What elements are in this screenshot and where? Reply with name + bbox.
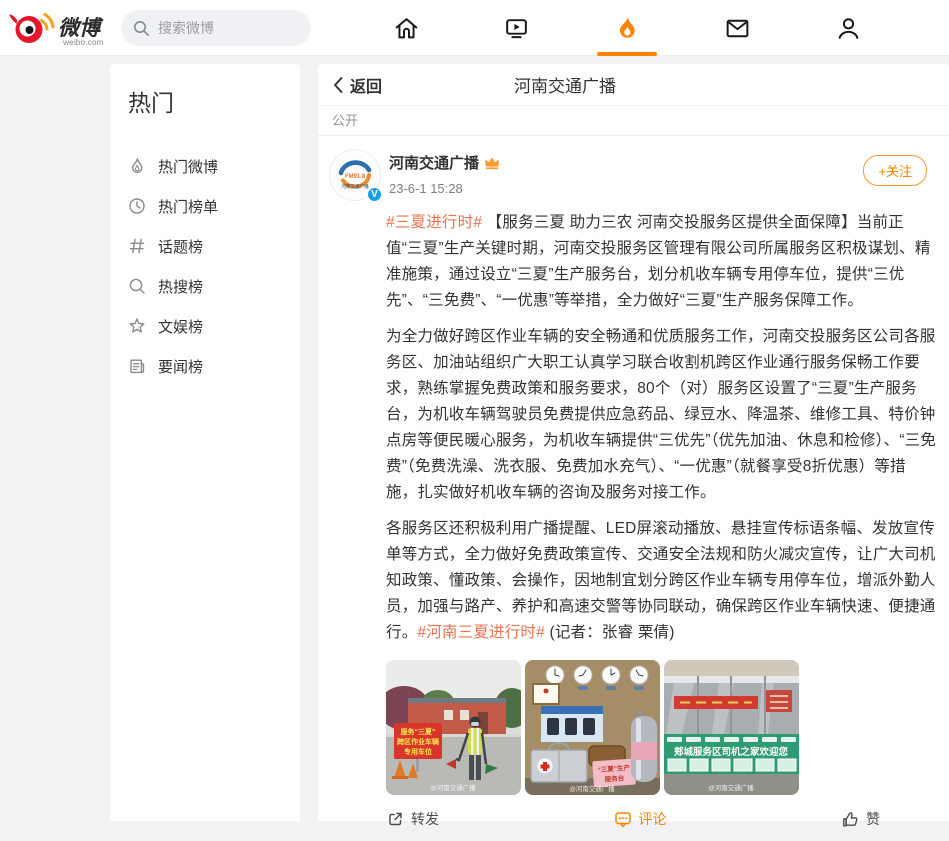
svg-text:FM91.8: FM91.8	[345, 174, 366, 180]
home-icon	[393, 15, 420, 42]
nav-home[interactable]	[382, 0, 430, 56]
flame-icon	[128, 157, 146, 175]
repost-button[interactable]: 转发	[386, 809, 439, 829]
back-button[interactable]: 返回	[332, 73, 382, 97]
photo-sign-line: 跨区作业车辆	[397, 737, 439, 746]
profile-icon	[835, 15, 862, 42]
post-paragraph: #三夏进行时# 【服务三夏 助力三农 河南交投服务区提供全面保障】当前正值“三夏…	[386, 210, 937, 314]
search-input[interactable]	[158, 20, 288, 36]
visibility-label: 公开	[318, 106, 949, 136]
post-text: (记者：张睿 栗倩)	[545, 624, 675, 641]
back-label: 返回	[350, 73, 382, 97]
repost-label: 转发	[411, 809, 439, 829]
news-icon	[128, 357, 146, 375]
sidebar: 热门 热门微博 热门榜单	[110, 64, 300, 821]
like-button[interactable]: 赞	[841, 809, 880, 829]
top-navigation	[382, 0, 872, 56]
clock-icon	[128, 197, 146, 215]
page-title: 河南交通广播	[358, 72, 772, 97]
sidebar-item-label: 热门榜单	[158, 196, 218, 217]
avatar[interactable]: FM91.8 河南交通广播 V	[330, 150, 380, 200]
post-paragraph: 各服务区还积极利用广播提醒、LED屏滚动播放、悬挂宣传标语条幅、发放宣传单等方式…	[386, 516, 937, 646]
sidebar-list: 热门微博 热门榜单 话题榜	[110, 146, 300, 386]
sidebar-item-news[interactable]: 要闻榜	[110, 346, 300, 386]
weibo-post: FM91.8 河南交通广播 V 河南交通广播 23-6-1 15:28 +关注 …	[318, 136, 949, 841]
weibo-logo-subtitle: weibo.com	[62, 37, 104, 47]
post-text: 各服务区还积极利用广播提醒、LED屏滚动播放、悬挂宣传标语条幅、发放宣传单等方式…	[386, 520, 936, 641]
topbar: 微博 weibo.com	[0, 0, 949, 56]
sidebar-item-hot-search[interactable]: 热搜榜	[110, 266, 300, 306]
comment-icon	[614, 810, 632, 828]
sidebar-item-label: 热搜榜	[158, 276, 203, 297]
search-icon	[133, 20, 150, 37]
post-photo-1[interactable]: 服务“三夏” 跨区作业车辆 专用车位	[386, 660, 521, 795]
comment-label: 评论	[639, 809, 667, 829]
star-icon	[128, 317, 146, 335]
sidebar-title: 热门	[110, 64, 300, 118]
author-info: 河南交通广播 23-6-1 15:28	[389, 150, 500, 196]
hash-icon	[128, 237, 146, 255]
sidebar-item-label: 文娱榜	[158, 316, 203, 337]
nav-hot[interactable]	[603, 0, 651, 56]
main-panel: 返回 河南交通广播 公开 FM91.8 河南交通广播 V 河南交通广播	[318, 64, 949, 821]
post-photo-2[interactable]: “三夏”生产 服务台 @河南交通广播	[525, 660, 660, 795]
photo-sign-line: 服务“三夏”	[401, 727, 436, 736]
sidebar-item-topics[interactable]: 话题榜	[110, 226, 300, 266]
weibo-logo[interactable]: 微博 weibo.com	[8, 7, 118, 49]
chevron-left-icon	[332, 76, 344, 94]
sidebar-item-entertainment[interactable]: 文娱榜	[110, 306, 300, 346]
post-photo-3[interactable]: 郏城服务区司机之家欢迎您 @河南交通广播	[664, 660, 799, 795]
sidebar-item-hot-rankings[interactable]: 热门榜单	[110, 186, 300, 226]
photo-2-illustration: “三夏”生产 服务台 @河南交通广播	[525, 660, 660, 795]
like-label: 赞	[866, 809, 880, 829]
comment-button[interactable]: 评论	[614, 809, 667, 829]
video-icon	[503, 15, 530, 42]
verified-badge: V	[366, 186, 383, 203]
repost-icon	[386, 810, 404, 828]
nav-messages[interactable]	[714, 0, 762, 56]
follow-button[interactable]: +关注	[863, 155, 927, 186]
photo-sign-line: 专用车位	[404, 747, 432, 756]
photo-1-illustration: 服务“三夏” 跨区作业车辆 专用车位	[386, 660, 521, 795]
post-image-grid: 服务“三夏” 跨区作业车辆 专用车位	[386, 660, 937, 795]
sidebar-item-label: 话题榜	[158, 236, 203, 257]
svg-text:河南交通广播: 河南交通广播	[341, 183, 369, 190]
photo-banner-text: 郏城服务区司机之家欢迎您	[674, 746, 789, 758]
nav-video[interactable]	[493, 0, 541, 56]
crown-icon	[484, 156, 500, 170]
active-tab-underline	[597, 52, 657, 56]
sidebar-item-hot-weibo[interactable]: 热门微博	[110, 146, 300, 186]
hashtag-link[interactable]: #河南三夏进行时#	[417, 624, 545, 641]
post-action-bar: 转发 评论 赞	[386, 809, 880, 841]
mail-icon	[724, 15, 751, 42]
sidebar-item-label: 热门微博	[158, 156, 218, 177]
fire-icon	[613, 14, 641, 42]
photo-3-illustration: 郏城服务区司机之家欢迎您 @河南交通广播	[664, 660, 799, 795]
author-name[interactable]: 河南交通广播	[389, 152, 479, 173]
hashtag-link[interactable]: #三夏进行时#	[386, 214, 482, 231]
nav-profile[interactable]	[824, 0, 872, 56]
search-box[interactable]	[121, 10, 311, 46]
photo-watermark: @河南交通广播	[708, 783, 754, 792]
like-icon	[841, 810, 859, 828]
post-paragraph: 为全力做好跨区作业车辆的安全畅通和优质服务工作，河南交投服务区公司各服务区、加油…	[386, 324, 937, 506]
photo-watermark: @河南交通广播	[569, 784, 615, 793]
post-timestamp[interactable]: 23-6-1 15:28	[389, 181, 500, 196]
main-header: 返回 河南交通广播	[318, 64, 949, 106]
post-text: 为全力做好跨区作业车辆的安全畅通和优质服务工作，河南交投服务区公司各服务区、加油…	[386, 328, 936, 501]
sidebar-item-label: 要闻榜	[158, 356, 203, 377]
weibo-eye-icon	[9, 14, 53, 43]
search-icon	[128, 277, 146, 295]
photo-watermark: @河南交通广播	[430, 783, 476, 792]
post-header: FM91.8 河南交通广播 V 河南交通广播 23-6-1 15:28 +关注	[330, 150, 937, 200]
post-body: #三夏进行时# 【服务三夏 助力三农 河南交投服务区提供全面保障】当前正值“三夏…	[386, 210, 937, 646]
